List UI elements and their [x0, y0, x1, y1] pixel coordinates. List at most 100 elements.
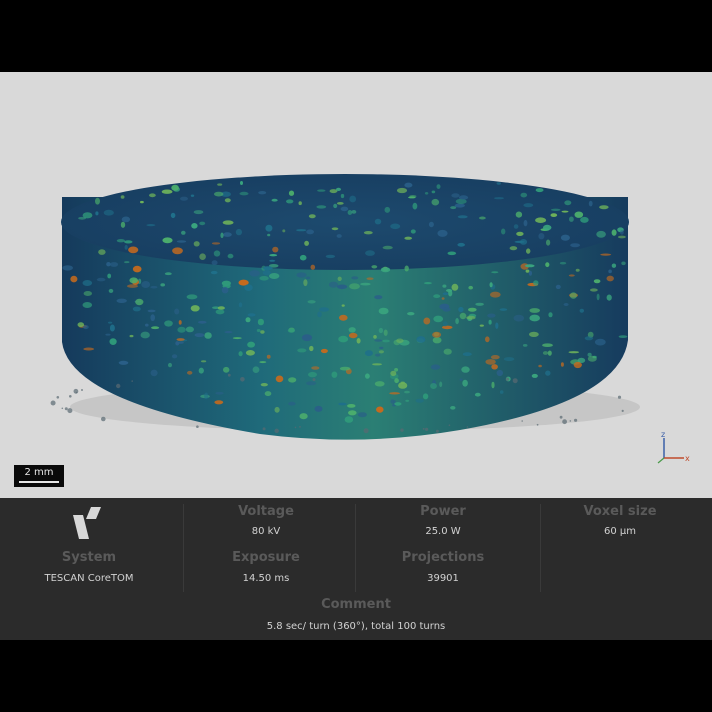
grain	[428, 221, 434, 228]
grain	[538, 364, 542, 368]
grain	[618, 335, 628, 338]
grain	[217, 183, 223, 186]
grain	[374, 381, 385, 387]
grain	[275, 375, 284, 383]
grain	[550, 208, 561, 211]
grain	[224, 198, 231, 203]
grain	[264, 391, 272, 397]
grain	[436, 184, 441, 189]
grain	[150, 314, 155, 322]
grain	[431, 198, 440, 206]
system-label: System	[61, 550, 117, 565]
grain	[336, 187, 341, 191]
grain	[611, 263, 617, 268]
grain	[430, 364, 441, 370]
grain	[213, 250, 221, 257]
grain	[348, 327, 356, 333]
grain	[560, 362, 564, 367]
grain	[447, 251, 457, 256]
grain	[341, 304, 345, 307]
grain	[372, 363, 382, 366]
debris-particle	[116, 383, 121, 389]
grain	[513, 314, 525, 322]
voltage-value: 80 kV	[251, 526, 281, 537]
grain	[150, 285, 158, 289]
debris-particle	[621, 409, 624, 412]
grain	[288, 377, 297, 383]
grain	[140, 200, 144, 204]
grain	[306, 381, 317, 386]
debris-particle	[574, 418, 578, 422]
grain	[538, 233, 545, 240]
grain	[516, 231, 524, 236]
debris-particle	[521, 420, 523, 422]
grain	[575, 268, 580, 272]
grain	[459, 312, 467, 320]
debris-particle	[299, 426, 301, 428]
grain	[550, 213, 558, 218]
grain	[365, 250, 375, 256]
grain	[316, 205, 327, 209]
grain	[194, 333, 205, 338]
grain	[574, 211, 584, 218]
grain	[132, 306, 141, 312]
debris-particle	[562, 419, 567, 425]
xyz-axes-icon[interactable]: z x	[654, 430, 694, 466]
grain	[593, 279, 601, 284]
grain	[559, 261, 567, 265]
grain	[199, 221, 206, 226]
debris-particle	[274, 428, 279, 433]
grain	[124, 240, 133, 244]
3d-viewport[interactable]	[0, 72, 712, 498]
grain	[339, 366, 351, 371]
grain	[221, 287, 229, 294]
grain	[468, 285, 474, 290]
grain	[433, 294, 441, 299]
grain	[348, 410, 357, 416]
grain	[247, 341, 256, 348]
grain	[529, 331, 539, 337]
grain	[309, 345, 314, 352]
scale-bar: 2 mm	[14, 465, 64, 487]
grain	[256, 329, 261, 332]
grain	[298, 201, 302, 206]
grain	[217, 306, 225, 310]
grain	[535, 188, 544, 193]
grain	[404, 390, 410, 394]
grain	[220, 232, 224, 239]
grain	[109, 262, 119, 267]
grain	[568, 274, 575, 277]
grain	[499, 308, 508, 311]
grain	[337, 284, 348, 290]
grain	[412, 202, 418, 210]
grain	[190, 305, 200, 312]
scale-bar-label: 2 mm	[24, 467, 54, 478]
grain	[191, 223, 198, 229]
grain	[441, 325, 453, 330]
grain	[306, 229, 314, 235]
grain	[286, 199, 294, 204]
grain	[135, 298, 144, 306]
grain	[347, 210, 353, 215]
axis-x-label: x	[685, 454, 690, 463]
grain	[611, 229, 617, 236]
grain	[187, 370, 193, 375]
grain	[458, 195, 469, 200]
grain	[106, 262, 111, 267]
grain	[249, 270, 260, 277]
grain	[491, 364, 498, 370]
grain	[128, 246, 139, 254]
grain	[503, 357, 515, 362]
grain	[259, 276, 269, 281]
grain	[174, 308, 180, 315]
grain	[555, 284, 561, 290]
grain	[490, 291, 501, 298]
grain	[176, 338, 185, 341]
grain	[319, 307, 330, 312]
grain	[390, 223, 401, 230]
grain	[223, 366, 230, 373]
debris-particle	[422, 427, 425, 430]
grain	[570, 243, 580, 248]
grain	[450, 406, 456, 410]
grain	[390, 370, 397, 377]
